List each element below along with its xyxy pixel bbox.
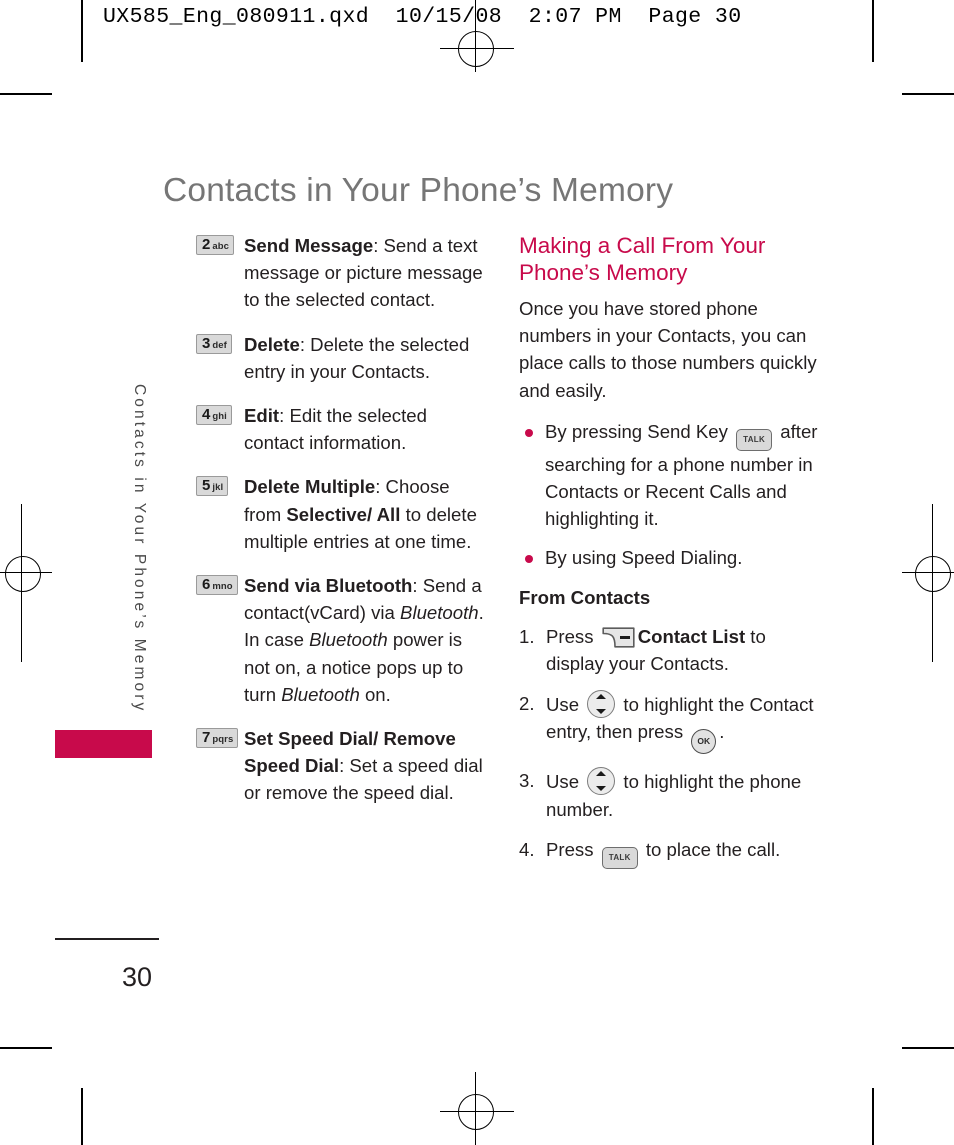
list-item-text: Send via Bluetooth: Send a contact(vCard… <box>244 572 488 708</box>
crop-mark-bottom-right-horizontal <box>902 1047 954 1049</box>
list-item: 7 pqrs Set Speed Dial/ Remove Speed Dial… <box>196 725 488 807</box>
list-item-text: Set Speed Dial/ Remove Speed Dial: Set a… <box>244 725 488 807</box>
side-tab-label: Contacts in Your Phone’s Memory <box>131 384 148 714</box>
list-item-text: Delete: Delete the selected entry in you… <box>244 331 488 385</box>
keypad-key-badge: 4 ghi <box>196 405 232 426</box>
footer-rule <box>55 938 159 940</box>
right-column: Making a Call From Your Phone’s Memory O… <box>519 232 819 882</box>
list-item: By pressing Send Key TALK after searchin… <box>519 418 819 533</box>
registration-mark-left-circle <box>5 556 41 592</box>
bullet-text-1: By pressing Send Key <box>545 420 734 442</box>
keypad-key-badge: 7 pqrs <box>196 728 239 749</box>
side-tab-marker <box>55 730 152 758</box>
list-item-title: Delete <box>244 333 300 355</box>
key-number: 2 <box>202 236 211 253</box>
key-letters: abc <box>212 241 230 252</box>
key-number: 5 <box>202 477 211 495</box>
list-item-text: Send Message: Send a text message or pic… <box>244 232 488 314</box>
crop-mark-bottom-left-vertical <box>81 1088 83 1145</box>
step-number: 3. <box>519 770 535 792</box>
step-text-3: . <box>719 721 725 743</box>
crop-mark-top-left-vertical <box>81 0 83 62</box>
list-item-text: Delete Multiple: Choose from Selective/ … <box>244 473 488 555</box>
step-text-2: to highlight the phone number. <box>546 771 802 820</box>
talk-key-icon: TALK <box>601 846 638 869</box>
left-soft-key-icon <box>602 627 635 648</box>
registration-mark-right-circle <box>915 556 951 592</box>
step-number: 1. <box>519 625 535 647</box>
bullet-list: By pressing Send Key TALK after searchin… <box>519 418 819 572</box>
list-item: 2. Use to highlight the Contact entry, t… <box>519 690 819 755</box>
step-text-2: to highlight the Contact entry, then pre… <box>546 694 814 743</box>
key-number: 3 <box>202 334 211 352</box>
step-text-1: Press <box>546 838 599 860</box>
key-letters: def <box>212 339 227 351</box>
list-item-italic-1: Bluetooth <box>400 602 479 624</box>
key-letters: ghi <box>212 411 227 423</box>
ok-key-icon: OK <box>691 729 717 755</box>
key-letters: jkl <box>212 482 224 494</box>
key-letters: pqrs <box>212 734 234 746</box>
list-item-title: Send Message <box>244 235 374 256</box>
list-item-title: Send via Bluetooth <box>244 575 413 597</box>
key-number: 7 <box>202 729 211 747</box>
left-column: 2 abc Send Message: Send a text message … <box>196 232 488 824</box>
list-item: 4 ghi Edit: Edit the selected contact in… <box>196 402 488 456</box>
nav-updown-key-icon <box>587 690 616 719</box>
running-head: UX585_Eng_080911.qxd 10/15/08 2:07 PM Pa… <box>103 5 742 29</box>
page-number: 30 <box>122 962 153 992</box>
key-letters: mno <box>212 581 233 593</box>
subsection-heading: From Contacts <box>519 586 651 608</box>
list-item-emphasis: Selective/ All <box>286 503 401 525</box>
list-item: 3. Use to highlight the phone number. <box>519 767 819 822</box>
key-number: 6 <box>202 576 211 594</box>
keypad-key-badge: 3 def <box>196 333 232 354</box>
crop-mark-top-right-horizontal <box>902 93 954 95</box>
list-item-text: Edit: Edit the selected contact informat… <box>244 402 488 456</box>
list-item: 1. Press Contact List to display your Co… <box>519 623 819 677</box>
section-heading: Making a Call From Your Phone’s Memory <box>519 233 766 285</box>
crop-mark-bottom-right-vertical <box>872 1088 874 1145</box>
step-number: 4. <box>519 838 535 860</box>
list-item-title: Delete Multiple <box>244 476 376 498</box>
list-item: 6 mno Send via Bluetooth: Send a contact… <box>196 572 488 708</box>
list-item: 2 abc Send Message: Send a text message … <box>196 232 488 314</box>
list-item: 4. Press TALK to place the call. <box>519 836 819 869</box>
manual-page: UX585_Eng_080911.qxd 10/15/08 2:07 PM Pa… <box>0 0 954 1145</box>
list-item-body-4: on. <box>359 683 391 705</box>
crop-mark-top-left-horizontal <box>0 93 52 95</box>
list-item: By using Speed Dialing. <box>519 544 819 571</box>
step-text-2: to place the call. <box>640 838 781 860</box>
step-text-1: Press <box>546 625 599 647</box>
registration-mark-top-circle <box>458 31 494 67</box>
keypad-key-badge: 6 mno <box>196 575 238 596</box>
step-text-1: Use <box>546 771 585 793</box>
list-item-italic-3: Bluetooth <box>281 683 360 705</box>
crop-mark-bottom-left-horizontal <box>0 1047 52 1049</box>
registration-mark-bottom-circle <box>458 1094 494 1130</box>
keypad-key-badge: 5 jkl <box>196 476 229 497</box>
list-item: 5 jkl Delete Multiple: Choose from Selec… <box>196 473 488 555</box>
intro-paragraph: Once you have stored phone numbers in yo… <box>519 298 817 401</box>
bullet-text-1: By using Speed Dialing. <box>545 547 743 569</box>
list-item-title: Edit <box>244 405 280 427</box>
talk-key-icon: TALK <box>736 428 773 451</box>
list-item: 3 def Delete: Delete the selected entry … <box>196 331 488 385</box>
key-number: 4 <box>202 406 211 424</box>
step-text-1: Use <box>546 694 585 716</box>
crop-mark-top-right-vertical <box>872 0 874 62</box>
nav-updown-key-icon <box>587 767 616 796</box>
list-item-italic-2: Bluetooth <box>309 629 388 651</box>
step-number: 2. <box>519 693 535 715</box>
page-title: Contacts in Your Phone’s Memory <box>163 172 674 210</box>
soft-key-dash <box>619 635 630 639</box>
keypad-key-badge: 2 abc <box>196 235 235 255</box>
step-bold: Contact List <box>637 625 746 647</box>
